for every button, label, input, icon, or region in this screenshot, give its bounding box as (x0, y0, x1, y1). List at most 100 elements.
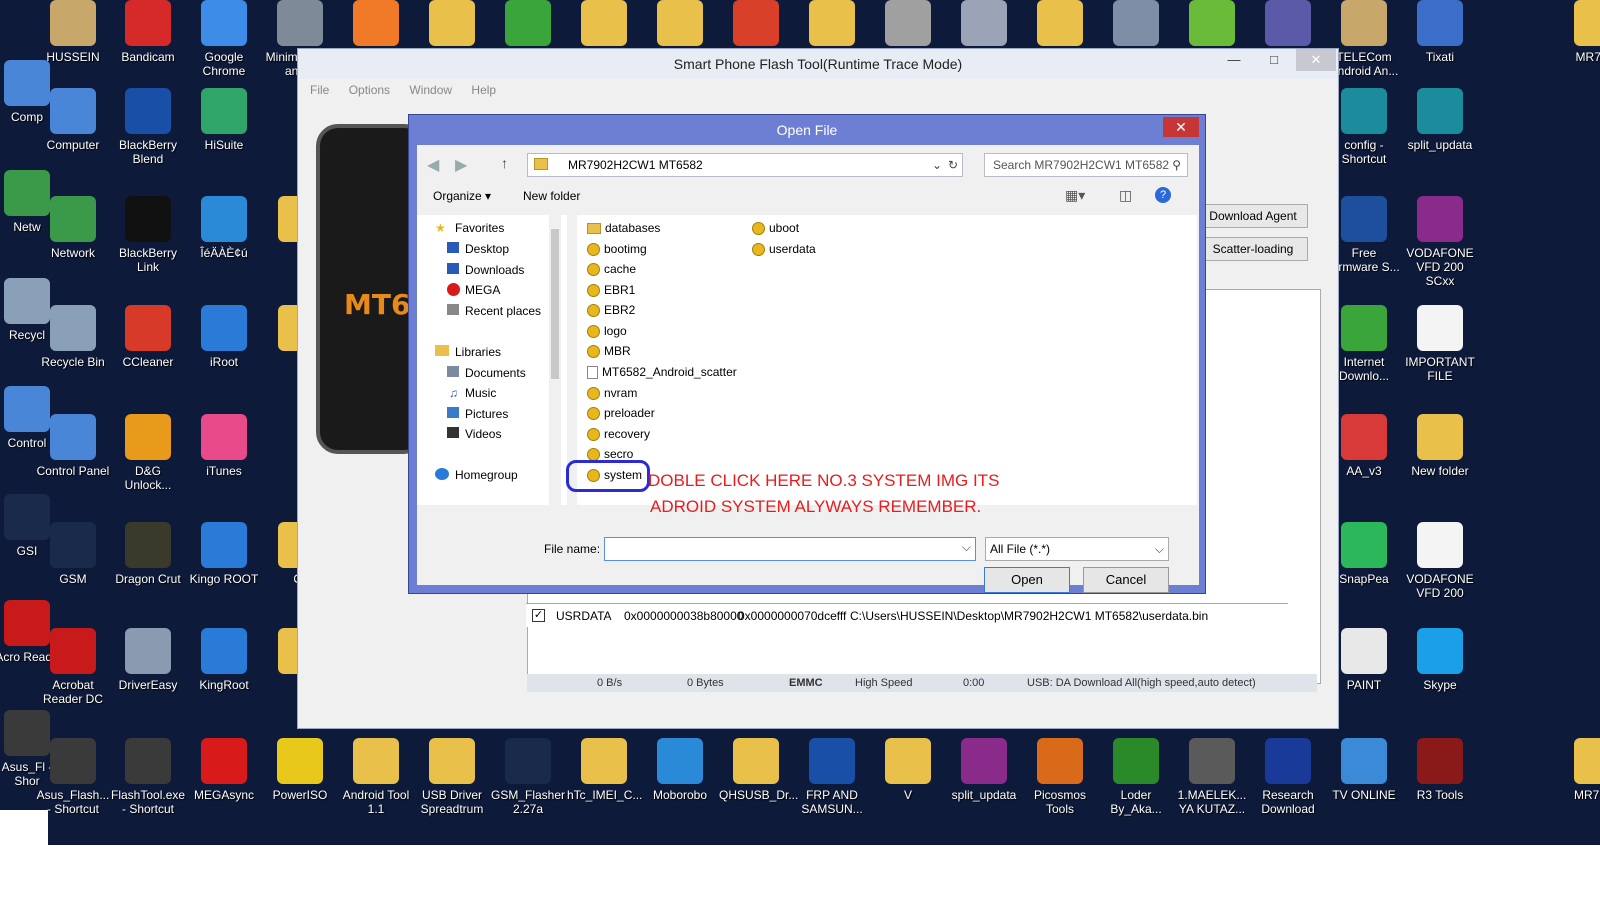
desktop-icon-23[interactable]: BlackBerry Blend (111, 88, 185, 166)
nav-desktop[interactable]: Desktop (465, 242, 509, 256)
desktop-icon-73[interactable]: V (871, 738, 945, 802)
menu-file[interactable]: File (310, 83, 329, 97)
close-icon[interactable]: ✕ (1296, 49, 1336, 71)
search-input[interactable]: Search MR7902H2CW1 MT6582 ⚲ (984, 153, 1188, 177)
file-item-userdata[interactable]: userdata (752, 242, 816, 257)
view-options-icon[interactable]: ▦▾ (1065, 187, 1085, 204)
desktop-icon-60[interactable]: Skype (1403, 628, 1477, 692)
desktop-icon-72[interactable]: FRP AND SAMSUN... (795, 738, 869, 816)
desktop-icon-71[interactable]: QHSUSB_Dr... (719, 738, 798, 802)
cancel-button[interactable]: Cancel (1083, 567, 1169, 593)
file-item-mbr[interactable]: MBR (587, 344, 631, 359)
desktop-icon-30[interactable]: ÎéÄÀÈ¢ú (187, 196, 261, 260)
file-item-scatter[interactable]: MT6582_Android_scatter (587, 365, 737, 380)
desktop-icon-40[interactable]: IMPORTANT FILE (1403, 305, 1477, 383)
file-item-uboot[interactable]: uboot (752, 221, 799, 236)
desktop-icon-48[interactable]: GSM (36, 522, 110, 586)
desktop-icon-20[interactable]: MR7 TA (1560, 0, 1600, 64)
desktop-icon-62[interactable]: Asus_Flash... - Shortcut (36, 738, 110, 816)
address-bar[interactable]: MR7902H2CW1 MT6582 ⌄ ↻ (527, 153, 963, 177)
nav-pictures[interactable]: Pictures (465, 407, 508, 421)
desktop-icon-36[interactable]: CCleaner (111, 305, 185, 369)
chevron-down-icon[interactable]: ⌵ (1155, 538, 1164, 560)
desktop-icon-26[interactable]: split_updata (1403, 88, 1477, 152)
desktop-icon-63[interactable]: FlashTool.exe - Shortcut (111, 738, 185, 816)
scrollbar-thumb[interactable] (551, 229, 559, 379)
desktop-icon-65[interactable]: PowerISO (263, 738, 337, 802)
open-button[interactable]: Open (984, 567, 1070, 593)
desktop-icon-80[interactable]: R3 Tools (1403, 738, 1477, 802)
desktop-icon-55[interactable]: Acrobat Reader DC (36, 628, 110, 706)
preview-pane-icon[interactable]: ◫ (1119, 187, 1132, 204)
userdata-checkbox[interactable]: ✓ (532, 609, 545, 622)
back-icon[interactable]: ◀ (427, 155, 439, 175)
nav-music[interactable]: Music (465, 386, 496, 400)
desktop-icon-64[interactable]: MEGAsync (187, 738, 261, 802)
desktop-icon-44[interactable]: iTunes (187, 414, 261, 478)
menu-window[interactable]: Window (409, 83, 452, 97)
nav-scrollbar[interactable] (549, 215, 561, 505)
nav-documents[interactable]: Documents (465, 366, 526, 380)
file-item-ebr1[interactable]: EBR1 (587, 283, 635, 298)
chevron-down-icon[interactable]: ⌵ (962, 540, 971, 555)
minimize-icon[interactable]: — (1214, 49, 1254, 71)
file-item-nvram[interactable]: nvram (587, 386, 637, 401)
nav-recent-places[interactable]: Recent places (465, 304, 541, 318)
desktop-icon-33[interactable]: VODAFONE VFD 200 SCxx (1403, 196, 1477, 288)
organize-button[interactable]: Organize ▾ (433, 189, 491, 203)
desktop-icon-66[interactable]: Android Tool 1.1 (339, 738, 413, 816)
file-item-recovery[interactable]: recovery (587, 427, 650, 442)
download-agent-button[interactable]: Download Agent (1198, 204, 1308, 228)
desktop-icon-56[interactable]: DriverEasy (111, 628, 185, 692)
nav-favorites[interactable]: Favorites (455, 221, 504, 235)
file-item-databases[interactable]: databases (587, 221, 660, 235)
desktop-icon-37[interactable]: iRoot (187, 305, 261, 369)
desktop-icon-35[interactable]: Recycle Bin (36, 305, 110, 369)
desktop-icon-43[interactable]: D&G Unlock... (111, 414, 185, 492)
desktop-icon-67[interactable]: USB Driver Spreadtrum (415, 738, 489, 816)
file-item-bootimg[interactable]: bootimg (587, 242, 647, 257)
desktop-icon-46[interactable]: New folder (1403, 414, 1477, 478)
nav-videos[interactable]: Videos (465, 427, 501, 441)
desktop-icon-49[interactable]: Dragon Crut (111, 522, 185, 586)
desktop-icon-69[interactable]: hTc_IMEI_C... (567, 738, 642, 802)
desktop-icon-77[interactable]: 1.MAELEK... YA KUTAZ... (1175, 738, 1249, 816)
desktop-icon-79[interactable]: TV ONLINE (1327, 738, 1401, 802)
desktop-icon-76[interactable]: Loder By_Aka... (1099, 738, 1173, 816)
file-item-logo[interactable]: logo (587, 324, 627, 339)
desktop-icon-2[interactable]: Bandicam (111, 0, 185, 64)
up-icon[interactable]: ↑ (501, 155, 508, 171)
desktop-icon-81[interactable]: MR7 MT (1560, 738, 1600, 802)
file-item-cache[interactable]: cache (587, 262, 636, 277)
desktop-icon-1[interactable]: HUSSEIN (36, 0, 110, 64)
file-item-preloader[interactable]: preloader (587, 406, 655, 421)
desktop-icon-3[interactable]: Google Chrome (187, 0, 261, 78)
nav-downloads[interactable]: Downloads (465, 263, 524, 277)
refresh-icon[interactable]: ↻ (948, 154, 958, 176)
file-name-input[interactable]: ⌵ (604, 537, 976, 561)
desktop-icon-78[interactable]: Research Download (1251, 738, 1325, 816)
nav-mega[interactable]: MEGA (465, 283, 500, 297)
file-type-select[interactable]: All File (*.*) ⌵ (985, 537, 1169, 561)
desktop-icon-28[interactable]: Network (36, 196, 110, 260)
desktop-icon-22[interactable]: Computer (36, 88, 110, 152)
help-icon[interactable]: ? (1155, 187, 1171, 203)
scatter-loading-button[interactable]: Scatter-loading (1198, 237, 1308, 261)
file-item-ebr2[interactable]: EBR2 (587, 303, 635, 318)
menu-help[interactable]: Help (471, 83, 496, 97)
desktop-icon-50[interactable]: Kingo ROOT (187, 522, 261, 586)
new-folder-button[interactable]: New folder (523, 189, 580, 203)
nav-homegroup[interactable]: Homegroup (455, 468, 518, 482)
desktop-icon-24[interactable]: HiSuite (187, 88, 261, 152)
chevron-down-icon[interactable]: ⌄ (932, 154, 942, 176)
desktop-icon-68[interactable]: GSM_Flasher 2.27a (491, 738, 565, 816)
nav-libraries[interactable]: Libraries (455, 345, 501, 359)
menu-options[interactable]: Options (349, 83, 390, 97)
desktop-icon-53[interactable]: VODAFONE VFD 200 (1403, 522, 1477, 600)
desktop-icon-74[interactable]: split_updata (947, 738, 1021, 802)
desktop-icon-29[interactable]: BlackBerry Link (111, 196, 185, 274)
forward-icon[interactable]: ▶ (455, 155, 467, 175)
desktop-icon-70[interactable]: Moborobo (643, 738, 717, 802)
desktop-icon-19[interactable]: Tixati (1403, 0, 1477, 64)
desktop-icon-57[interactable]: KingRoot (187, 628, 261, 692)
